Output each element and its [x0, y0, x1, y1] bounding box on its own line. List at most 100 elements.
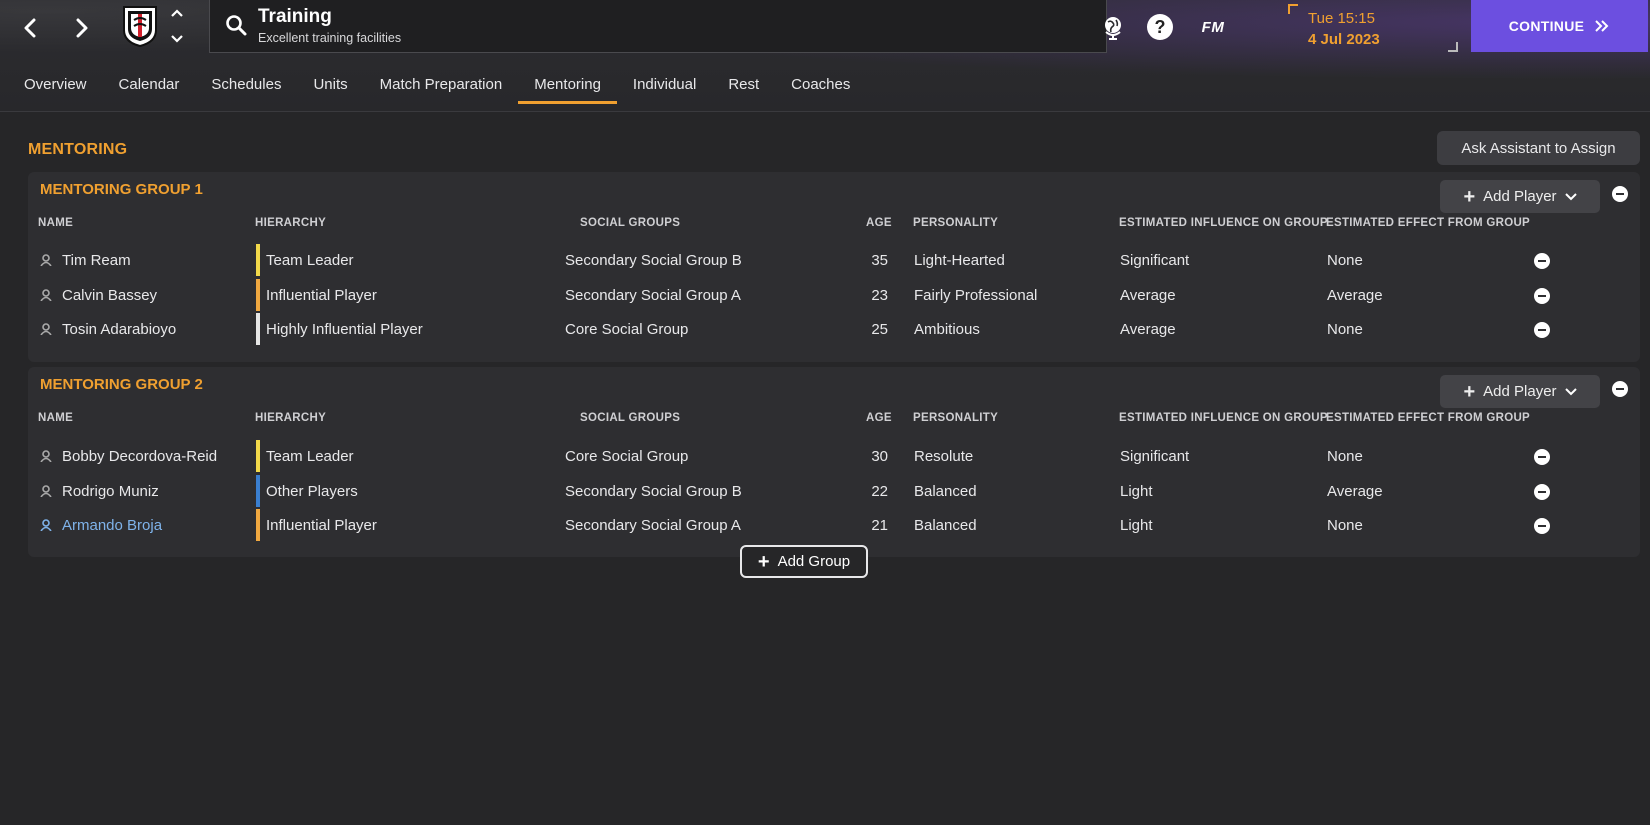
forward-arrow-icon[interactable] — [62, 8, 102, 48]
chevron-up-icon[interactable] — [170, 8, 184, 18]
influence-value: Light — [1120, 517, 1153, 534]
column-header-name[interactable]: NAME — [38, 412, 73, 424]
column-header-hierarchy[interactable]: HIERARCHY — [255, 217, 326, 229]
column-header-influence[interactable]: ESTIMATED INFLUENCE ON GROUP — [1119, 412, 1328, 424]
player-name[interactable]: Rodrigo Muniz — [62, 483, 159, 500]
column-header-personality[interactable]: PERSONALITY — [913, 217, 998, 229]
help-icon[interactable]: ? — [1147, 14, 1173, 40]
minus-circle-icon[interactable] — [1534, 253, 1550, 269]
tab-overview[interactable]: Overview — [8, 68, 103, 104]
hierarchy-value: Highly Influential Player — [266, 321, 423, 338]
club-crest-icon[interactable] — [120, 4, 160, 48]
continue-label: CONTINUE — [1508, 18, 1585, 34]
hierarchy-color-bar — [256, 279, 260, 311]
add-player-button[interactable]: + Add Player — [1440, 375, 1600, 408]
social-group-value: Secondary Social Group B — [565, 252, 742, 269]
table-row[interactable]: Calvin Bassey Influential Player Seconda… — [28, 279, 1640, 313]
tab-bar: Overview Calendar Schedules Units Match … — [8, 68, 866, 104]
column-header-social-groups[interactable]: SOCIAL GROUPS — [580, 412, 680, 424]
club-switcher[interactable] — [168, 8, 186, 44]
table-row[interactable]: Bobby Decordova-Reid Team Leader Core So… — [28, 440, 1640, 474]
mentoring-group-1: MENTORING GROUP 1 + Add Player NAME HIER… — [28, 172, 1640, 362]
ask-assistant-button[interactable]: Ask Assistant to Assign — [1437, 131, 1640, 165]
player-name[interactable]: Bobby Decordova-Reid — [62, 448, 217, 465]
age-value: 23 — [871, 287, 888, 304]
table-row[interactable]: Tim Ream Team Leader Secondary Social Gr… — [28, 244, 1640, 278]
tab-coaches[interactable]: Coaches — [775, 68, 866, 104]
minus-circle-icon[interactable] — [1534, 288, 1550, 304]
hierarchy-value: Influential Player — [266, 517, 377, 534]
add-player-button[interactable]: + Add Player — [1440, 180, 1600, 213]
personality-value: Ambitious — [914, 321, 980, 338]
person-icon — [40, 485, 52, 497]
personality-value: Light-Hearted — [914, 252, 1005, 269]
column-header-personality[interactable]: PERSONALITY — [913, 412, 998, 424]
hierarchy-color-bar — [256, 440, 260, 472]
hierarchy-value: Team Leader — [266, 448, 354, 465]
globe-icon[interactable] — [1098, 12, 1128, 42]
effect-value: None — [1327, 252, 1363, 269]
person-icon — [40, 323, 52, 335]
column-header-name[interactable]: NAME — [38, 217, 73, 229]
column-header-hierarchy[interactable]: HIERARCHY — [255, 412, 326, 424]
tab-rest[interactable]: Rest — [712, 68, 775, 104]
tab-individual[interactable]: Individual — [617, 68, 712, 104]
social-group-value: Core Social Group — [565, 321, 689, 338]
fm-logo[interactable]: FM — [1193, 12, 1233, 42]
plus-icon: + — [1463, 185, 1476, 208]
effect-value: None — [1327, 321, 1363, 338]
column-header-influence[interactable]: ESTIMATED INFLUENCE ON GROUP — [1119, 217, 1328, 229]
remove-player-button[interactable] — [1534, 253, 1550, 273]
page-subtitle: Excellent training facilities — [258, 31, 402, 45]
remove-player-button[interactable] — [1534, 518, 1550, 538]
column-header-effect[interactable]: ESTIMATED EFFECT FROM GROUP — [1326, 412, 1530, 424]
game-date[interactable]: Tue 15:15 4 Jul 2023 — [1288, 4, 1458, 52]
influence-value: Average — [1120, 287, 1176, 304]
remove-group-button[interactable] — [1612, 186, 1628, 207]
search-icon[interactable] — [224, 13, 248, 37]
minus-circle-icon[interactable] — [1612, 186, 1628, 202]
minus-circle-icon[interactable] — [1612, 381, 1628, 397]
search-bar[interactable]: Training Excellent training facilities — [209, 0, 1107, 53]
player-name[interactable]: Calvin Bassey — [62, 287, 157, 304]
player-name[interactable]: Tim Ream — [62, 252, 131, 269]
column-header-age[interactable]: AGE — [866, 217, 892, 229]
tab-calendar[interactable]: Calendar — [103, 68, 196, 104]
social-group-value: Core Social Group — [565, 448, 689, 465]
remove-player-button[interactable] — [1534, 484, 1550, 504]
player-name[interactable]: Tosin Adarabioyo — [62, 321, 176, 338]
social-group-value: Secondary Social Group A — [565, 287, 741, 304]
age-value: 35 — [871, 252, 888, 269]
continue-button[interactable]: CONTINUE — [1471, 0, 1648, 52]
column-header-social-groups[interactable]: SOCIAL GROUPS — [580, 217, 680, 229]
table-row[interactable]: Armando Broja Influential Player Seconda… — [28, 509, 1640, 543]
remove-player-button[interactable] — [1534, 322, 1550, 342]
column-header-effect[interactable]: ESTIMATED EFFECT FROM GROUP — [1326, 217, 1530, 229]
tab-mentoring[interactable]: Mentoring — [518, 68, 617, 104]
hierarchy-color-bar — [256, 313, 260, 345]
remove-group-button[interactable] — [1612, 381, 1628, 402]
effect-value: Average — [1327, 287, 1383, 304]
remove-player-button[interactable] — [1534, 449, 1550, 469]
back-arrow-icon[interactable] — [10, 8, 50, 48]
table-row[interactable]: Rodrigo Muniz Other Players Secondary So… — [28, 475, 1640, 509]
column-header-age[interactable]: AGE — [866, 412, 892, 424]
tab-schedules[interactable]: Schedules — [195, 68, 297, 104]
chevron-down-icon[interactable] — [170, 34, 184, 44]
minus-circle-icon[interactable] — [1534, 518, 1550, 534]
game-day: 4 Jul 2023 — [1308, 31, 1380, 48]
tab-units[interactable]: Units — [297, 68, 363, 104]
table-row[interactable]: Tosin Adarabioyo Highly Influential Play… — [28, 313, 1640, 347]
remove-player-button[interactable] — [1534, 288, 1550, 308]
minus-circle-icon[interactable] — [1534, 322, 1550, 338]
influence-value: Light — [1120, 483, 1153, 500]
hierarchy-value: Other Players — [266, 483, 358, 500]
player-name-link[interactable]: Armando Broja — [62, 517, 162, 534]
tab-match-preparation[interactable]: Match Preparation — [364, 68, 519, 104]
date-corner-decoration — [1448, 42, 1458, 52]
minus-circle-icon[interactable] — [1534, 484, 1550, 500]
minus-circle-icon[interactable] — [1534, 449, 1550, 465]
add-group-label: Add Group — [777, 553, 851, 570]
add-group-button[interactable]: + Add Group — [740, 545, 868, 578]
social-group-value: Secondary Social Group B — [565, 483, 742, 500]
